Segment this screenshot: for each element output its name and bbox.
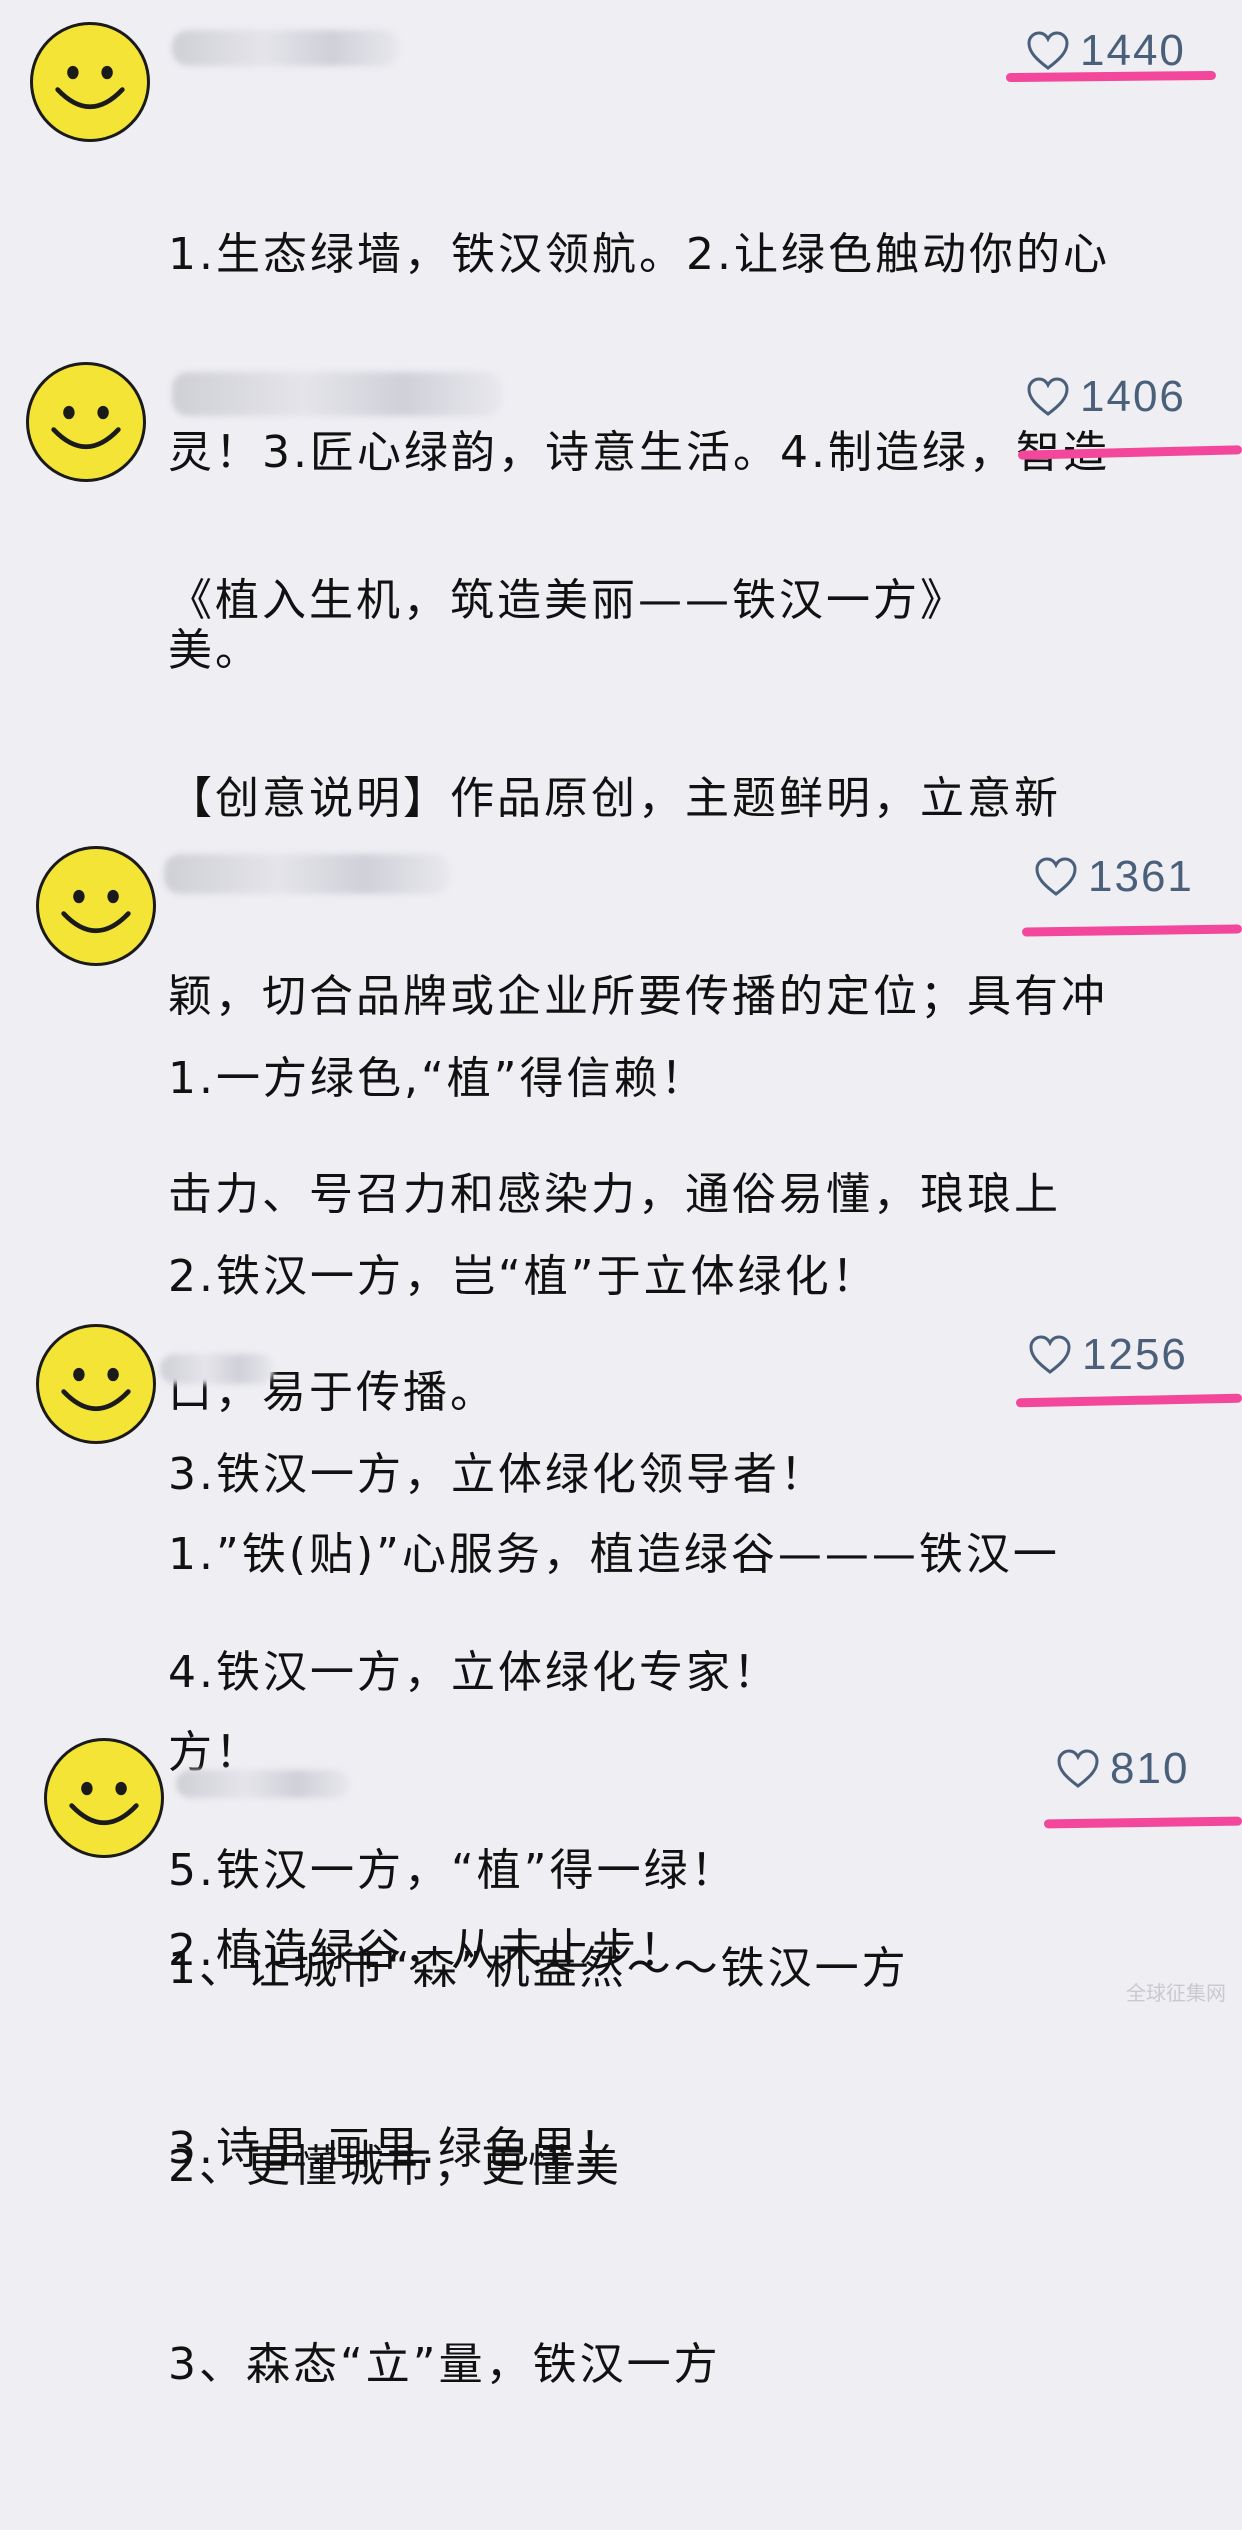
username-blurred[interactable] [176, 1770, 350, 1798]
like-count: 810 [1110, 1744, 1190, 1793]
avatar[interactable] [44, 1738, 164, 1858]
comment-text: 1、让城市“森”机盎然～～铁汉一方 2、更懂城市，更懂美 3、森态“立”量，铁汉… [168, 1804, 1198, 2530]
heart-outline-icon [1057, 1749, 1099, 1788]
comment-line: 3、森态“立”量，铁汉一方 [168, 2339, 721, 2390]
comment-item: 810 1、让城市“森”机盎然～～铁汉一方 2、更懂城市，更懂美 3、森态“立”… [0, 0, 1242, 2390]
comment-line: 2、更懂城市，更懂美 [168, 2141, 622, 2192]
smiley-face-icon [69, 1781, 139, 1826]
comment-line: 1、让城市“森”机盎然～～铁汉一方 [168, 1943, 909, 1994]
like-button[interactable]: 810 [1056, 1744, 1189, 1794]
watermark: 全球征集网 [1126, 1981, 1226, 2005]
